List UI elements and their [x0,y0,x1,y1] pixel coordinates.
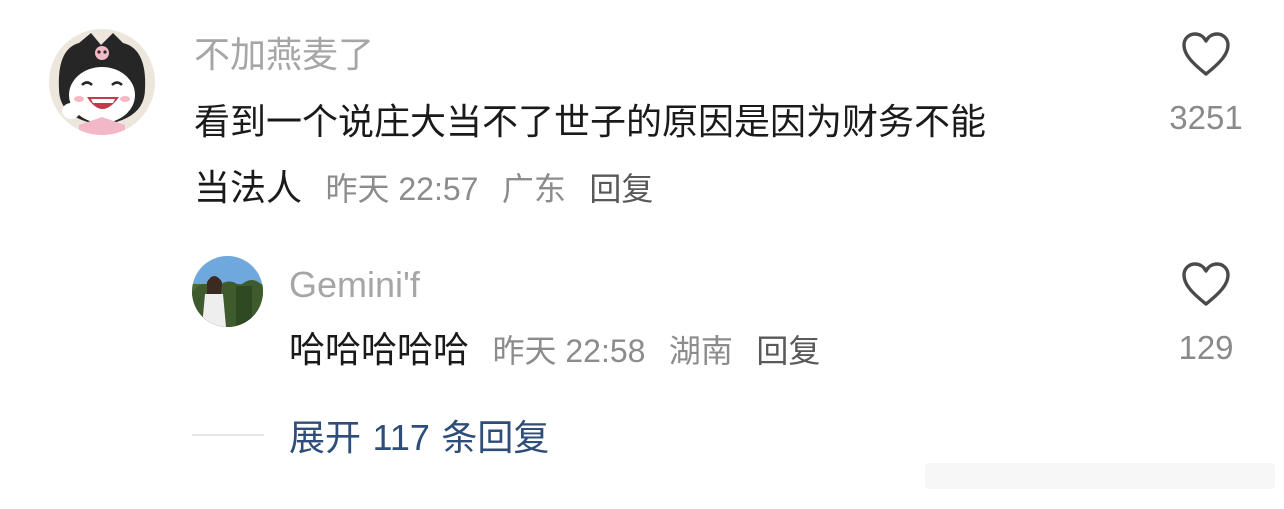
reply-location: 湖南 [668,332,733,370]
reply-text-row: 哈哈哈哈哈 昨天 22:58 湖南 回复 [289,325,820,377]
heart-icon [1182,32,1230,76]
comment-timestamp: 昨天 22:57 [325,171,479,207]
comment-text-line1: 看到一个说庄大当不了世子的原因是因为财务不能 [194,102,987,143]
reply-reply-button[interactable]: 回复 [756,332,820,370]
comment-location: 广东 [501,170,566,208]
reply-button[interactable]: 回复 [589,170,653,208]
watermark [925,455,1275,497]
expand-count: 117 [372,417,430,458]
like-button-main[interactable]: 3251 [1146,32,1266,138]
reply-text: 哈哈哈哈哈 [289,330,470,371]
heart-icon [1182,262,1230,306]
reply-timestamp: 昨天 22:58 [492,333,646,369]
like-button-reply[interactable]: 129 [1146,262,1266,368]
expand-prefix: 展开 [289,418,362,459]
like-count: 129 [1178,329,1234,366]
comment-text-row: 当法人 昨天 22:57 广东 回复 [194,163,653,215]
reply-username[interactable]: Gemini'f [289,262,420,308]
comment-text-line2: 当法人 [194,168,303,209]
photo-avatar-icon [192,256,263,327]
like-count: 3251 [1169,99,1243,136]
watermark-graphic [925,463,1275,489]
expand-replies-button[interactable]: 展开 117 条回复 [289,409,549,461]
kuromi-avatar-icon [49,29,155,135]
avatar-main-comment[interactable] [49,29,155,135]
comment-username[interactable]: 不加燕麦了 [194,32,374,80]
expand-replies-row: 展开 117 条回复 [192,410,549,460]
avatar-reply-comment[interactable] [192,256,263,327]
expand-suffix: 条回复 [441,418,550,459]
divider-line [192,434,264,436]
